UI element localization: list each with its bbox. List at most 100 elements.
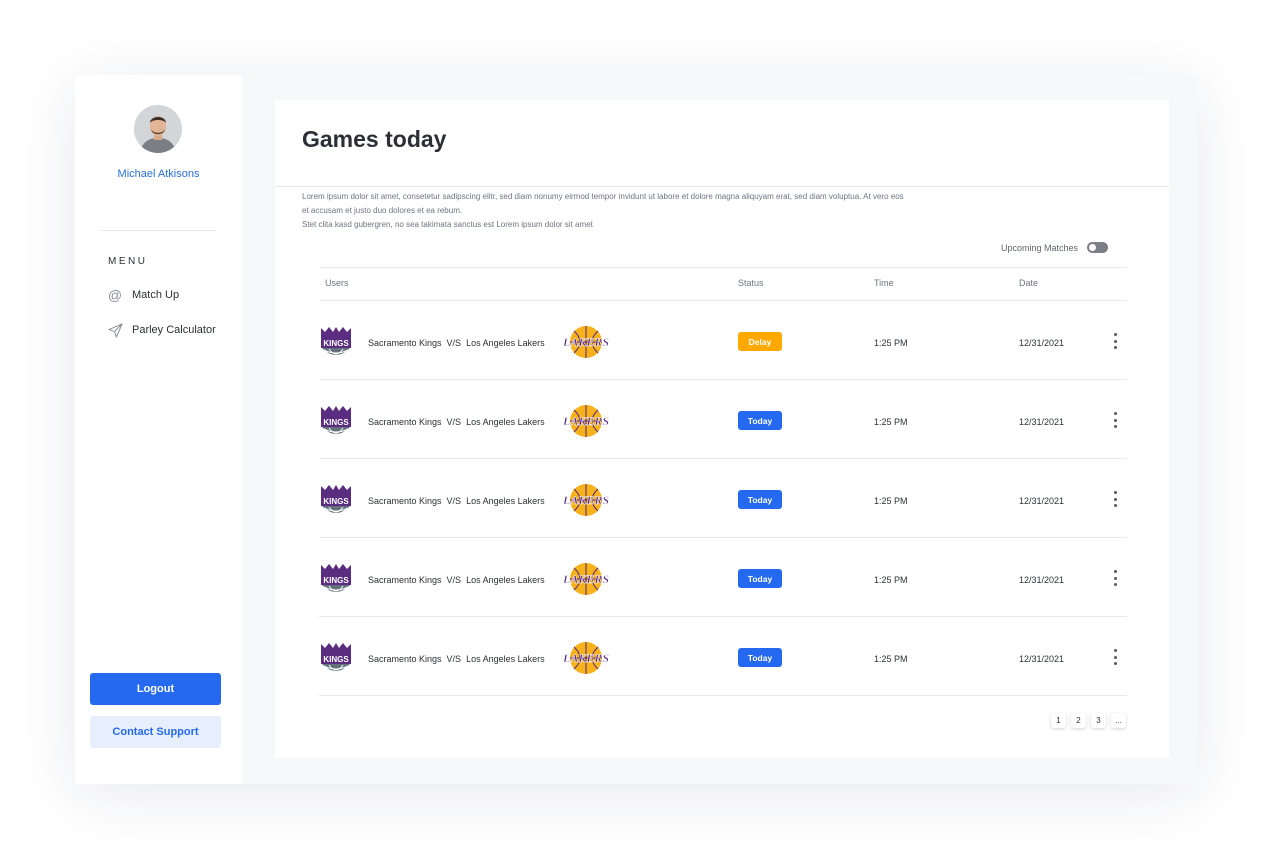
page-button-1[interactable]: 1: [1051, 713, 1066, 728]
versus-label: V/S: [446, 496, 462, 506]
sidebar-item-label: Parley Calculator: [132, 324, 216, 336]
versus-label: V/S: [446, 654, 462, 664]
paper-plane-icon: [107, 322, 123, 338]
status-badge: Today: [738, 490, 782, 509]
table-row[interactable]: KINGS Sacramento Kings V/S Los Angeles Lake…: [319, 459, 1127, 538]
matchup-text: Sacramento Kings V/S Los Angeles Lakers: [368, 496, 545, 506]
status-badge: Delay: [738, 332, 782, 351]
page-title: Games today: [302, 126, 447, 152]
home-team: Sacramento Kings: [368, 575, 442, 585]
status-badge: Today: [738, 411, 782, 430]
versus-label: V/S: [446, 338, 462, 348]
contact-support-button[interactable]: Contact Support: [90, 716, 221, 748]
kings-logo-icon: KINGS: [319, 642, 353, 676]
home-team: Sacramento Kings: [368, 417, 442, 427]
page-description: Lorem ipsum dolor sit amet, consetetur s…: [302, 190, 1022, 232]
sidebar: Michael Atkisons MENU @ Match Up Parley …: [75, 75, 242, 784]
header-time: Time: [874, 278, 894, 288]
svg-text:LAKERS: LAKERS: [562, 493, 609, 507]
table-header: Users Status Time Date: [319, 267, 1127, 301]
kings-logo-icon: KINGS: [319, 484, 353, 518]
sidebar-item-label: Match Up: [132, 289, 180, 301]
games-card: Games today Lorem ipsum dolor sit amet, …: [275, 100, 1169, 758]
menu-title: MENU: [108, 256, 148, 267]
game-date: 12/31/2021: [1019, 575, 1065, 585]
title-divider: [275, 186, 1169, 187]
svg-text:LAKERS: LAKERS: [562, 651, 609, 665]
game-date: 12/31/2021: [1019, 654, 1065, 664]
table-row[interactable]: KINGS Sacramento Kings V/S Los Angeles Lake…: [319, 538, 1127, 617]
away-team: Los Angeles Lakers: [466, 654, 545, 664]
description-line: et accusam et justo duo dolores et ea re…: [302, 206, 463, 215]
svg-text:KINGS: KINGS: [323, 418, 349, 427]
table-body: KINGS Sacramento Kings V/S Los Angeles Lake…: [319, 301, 1127, 696]
more-options-icon[interactable]: [1109, 647, 1121, 667]
pagination: 1 2 3 ...: [1051, 713, 1126, 728]
more-options-icon[interactable]: [1109, 568, 1121, 588]
home-team: Sacramento Kings: [368, 338, 442, 348]
matchup-text: Sacramento Kings V/S Los Angeles Lakers: [368, 575, 545, 585]
page-button-3[interactable]: 3: [1091, 713, 1106, 728]
home-team: Sacramento Kings: [368, 496, 442, 506]
upcoming-matches-toggle[interactable]: [1087, 242, 1109, 253]
game-time: 1:25 PM: [874, 338, 908, 348]
description-line: Lorem ipsum dolor sit amet, consetetur s…: [302, 192, 904, 201]
kings-logo-icon: KINGS: [319, 563, 353, 597]
lakers-logo-icon: LAKERS: [561, 483, 611, 517]
toggle-label: Upcoming Matches: [1001, 242, 1079, 253]
svg-text:LAKERS: LAKERS: [562, 335, 609, 349]
avatar[interactable]: [134, 105, 182, 153]
toggle-knob: [1089, 244, 1097, 251]
away-team: Los Angeles Lakers: [466, 338, 545, 348]
versus-label: V/S: [446, 417, 462, 427]
more-options-icon[interactable]: [1109, 331, 1121, 351]
page-button-more[interactable]: ...: [1111, 713, 1126, 728]
header-status: Status: [738, 278, 764, 288]
svg-text:LAKERS: LAKERS: [562, 414, 609, 428]
logout-button[interactable]: Logout: [90, 673, 221, 705]
matchup-text: Sacramento Kings V/S Los Angeles Lakers: [368, 654, 545, 664]
status-badge: Today: [738, 648, 782, 667]
away-team: Los Angeles Lakers: [466, 575, 545, 585]
away-team: Los Angeles Lakers: [466, 496, 545, 506]
lakers-logo-icon: LAKERS: [561, 404, 611, 438]
game-time: 1:25 PM: [874, 654, 908, 664]
versus-label: V/S: [446, 575, 462, 585]
header-users: Users: [325, 278, 349, 288]
sidebar-divider: [100, 230, 216, 231]
home-team: Sacramento Kings: [368, 654, 442, 664]
svg-text:KINGS: KINGS: [323, 576, 349, 585]
sidebar-item-match-up[interactable]: @ Match Up: [107, 286, 179, 304]
lakers-logo-icon: LAKERS: [561, 562, 611, 596]
game-time: 1:25 PM: [874, 496, 908, 506]
kings-logo-icon: KINGS: [319, 405, 353, 439]
matchup-text: Sacramento Kings V/S Los Angeles Lakers: [368, 417, 545, 427]
svg-text:LAKERS: LAKERS: [562, 572, 609, 586]
status-badge: Today: [738, 569, 782, 588]
kings-logo-icon: KINGS: [319, 326, 353, 360]
page-button-2[interactable]: 2: [1071, 713, 1086, 728]
lakers-logo-icon: LAKERS: [561, 641, 611, 675]
games-table: Users Status Time Date KINGS Sacramento K…: [319, 267, 1127, 696]
game-date: 12/31/2021: [1019, 338, 1065, 348]
table-row[interactable]: KINGS Sacramento Kings V/S Los Angeles Lake…: [319, 617, 1127, 696]
more-options-icon[interactable]: [1109, 410, 1121, 430]
header-date: Date: [1019, 278, 1039, 288]
svg-text:KINGS: KINGS: [323, 339, 349, 348]
game-time: 1:25 PM: [874, 575, 908, 585]
svg-text:KINGS: KINGS: [323, 655, 349, 664]
svg-text:KINGS: KINGS: [323, 497, 349, 506]
description-line: Stet clita kasd gubergren, no sea takima…: [302, 220, 593, 229]
at-icon: @: [107, 287, 123, 303]
matchup-text: Sacramento Kings V/S Los Angeles Lakers: [368, 338, 545, 348]
user-name[interactable]: Michael Atkisons: [75, 168, 242, 180]
app-window: Michael Atkisons MENU @ Match Up Parley …: [75, 75, 1197, 784]
away-team: Los Angeles Lakers: [466, 417, 545, 427]
table-row[interactable]: KINGS Sacramento Kings V/S Los Angeles Lake…: [319, 301, 1127, 380]
sidebar-item-parley-calculator[interactable]: Parley Calculator: [107, 321, 216, 339]
lakers-logo-icon: LAKERS: [561, 325, 611, 359]
table-row[interactable]: KINGS Sacramento Kings V/S Los Angeles Lake…: [319, 380, 1127, 459]
game-date: 12/31/2021: [1019, 496, 1065, 506]
game-time: 1:25 PM: [874, 417, 908, 427]
more-options-icon[interactable]: [1109, 489, 1121, 509]
